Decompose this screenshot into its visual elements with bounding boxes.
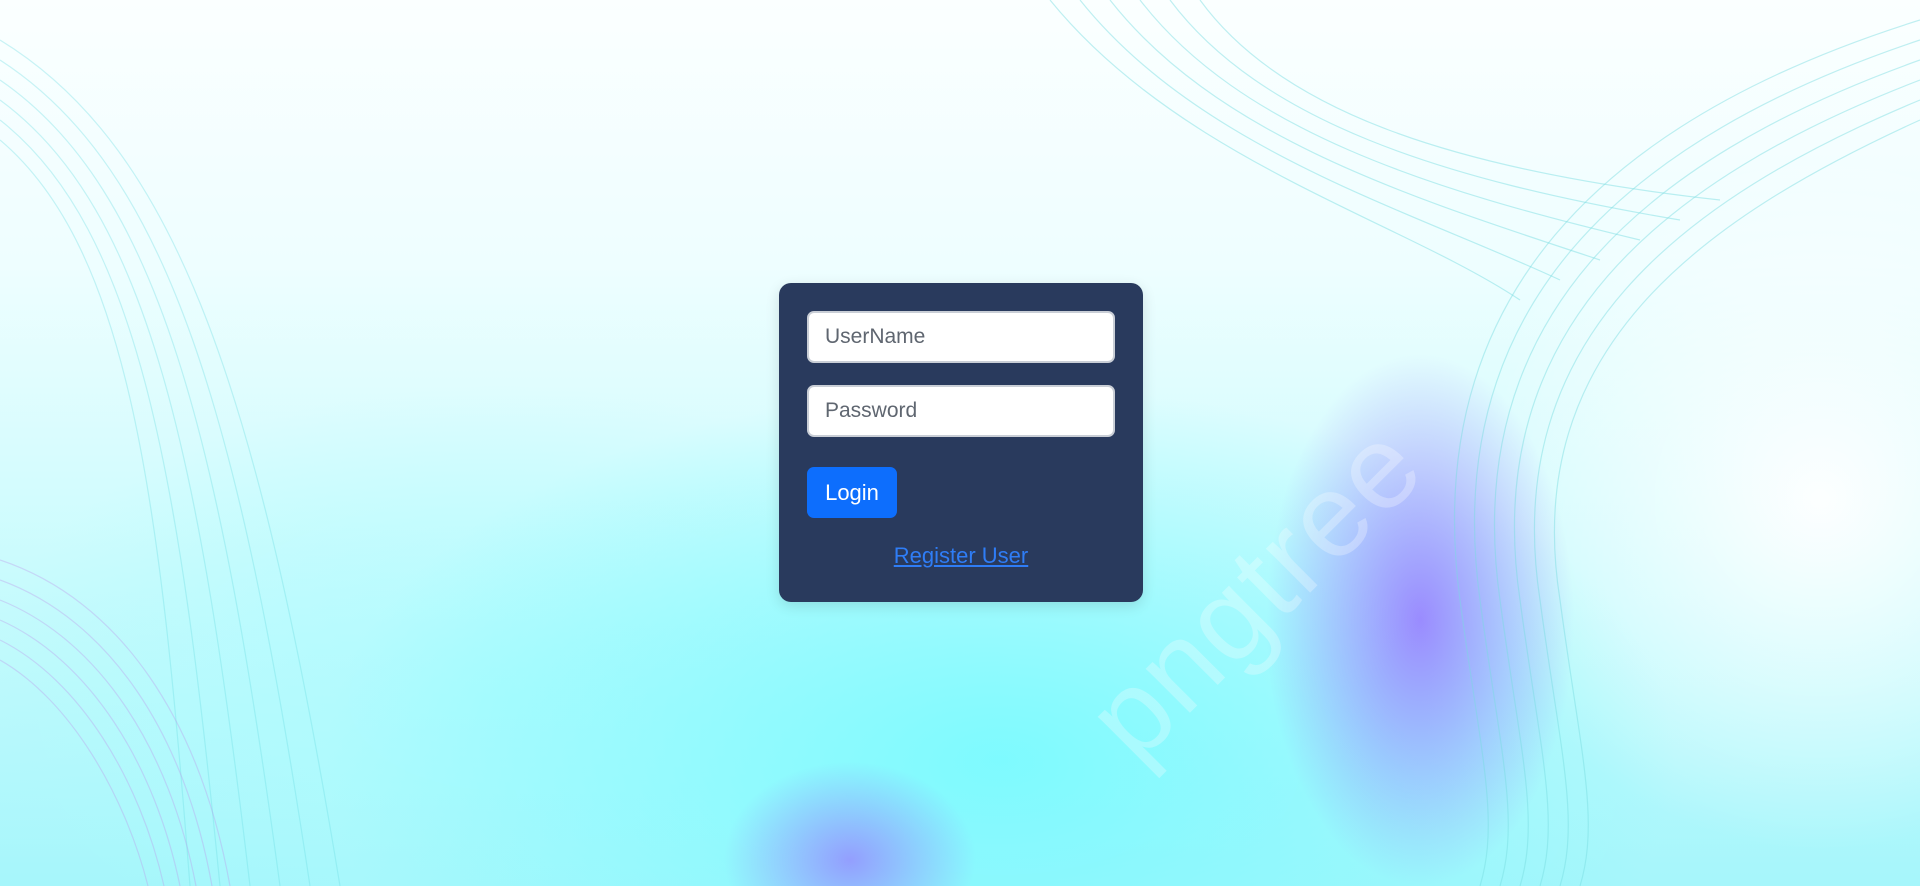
password-input[interactable] [807, 385, 1115, 437]
register-user-link[interactable]: Register User [779, 543, 1143, 569]
login-card: Login Register User [779, 283, 1143, 602]
username-input[interactable] [807, 311, 1115, 363]
login-button[interactable]: Login [807, 467, 897, 518]
